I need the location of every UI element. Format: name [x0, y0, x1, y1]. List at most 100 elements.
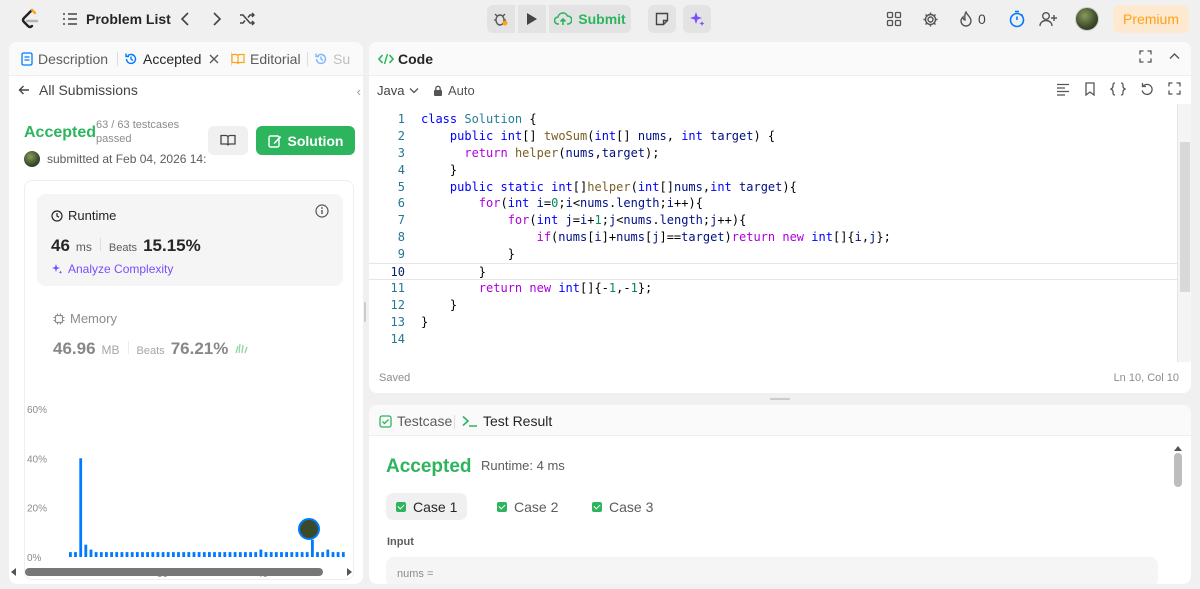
ai-assistant-button[interactable] [683, 5, 711, 33]
tab-submissions[interactable]: Su [314, 51, 350, 67]
tab-description[interactable]: Description [21, 51, 108, 67]
case-3-tab[interactable]: Case 3 [582, 493, 663, 520]
analyze-complexity-link[interactable]: Analyze Complexity [51, 262, 173, 276]
panel-collapse-handle[interactable]: ‹ [357, 84, 361, 99]
distribution-bar[interactable] [264, 552, 268, 557]
distribution-bar[interactable] [105, 552, 108, 557]
problem-list-button[interactable]: Problem List [62, 8, 171, 30]
code-line[interactable]: 7 for(int j=i+1;j<nums.length;j++){ [369, 212, 1177, 229]
distribution-bar[interactable] [316, 552, 319, 557]
distribution-bar[interactable] [110, 552, 113, 557]
distribution-bar[interactable] [300, 552, 304, 557]
scroll-thumb[interactable] [1180, 142, 1190, 292]
distribution-bar[interactable] [69, 552, 72, 557]
distribution-bar[interactable] [141, 552, 144, 557]
scroll-up-arrow[interactable] [1174, 446, 1182, 451]
vertical-resize-handle[interactable] [364, 302, 366, 322]
scroll-thumb[interactable] [25, 568, 323, 576]
distribution-bar[interactable] [331, 552, 335, 557]
auto-mode-toggle[interactable]: Auto [433, 83, 475, 98]
code-line[interactable]: 2 public int[] twoSum(int[] nums, int ta… [369, 128, 1177, 145]
distribution-bar[interactable] [161, 552, 165, 557]
distribution-bar[interactable] [238, 552, 242, 557]
distribution-bar[interactable] [311, 539, 314, 557]
runtime-info-button[interactable] [315, 204, 329, 223]
distribution-bar[interactable] [197, 552, 201, 557]
distribution-bar[interactable] [130, 552, 134, 557]
distribution-bar[interactable] [228, 552, 232, 557]
braces-icon[interactable] [1110, 82, 1126, 96]
user-avatar[interactable] [1075, 7, 1099, 31]
code-editor[interactable]: 1 class Solution {2 public int[] twoSum(i… [369, 111, 1177, 347]
tab-test-result[interactable]: Test Result [462, 413, 552, 429]
runtime-box[interactable]: Runtime 46 ms Beats 15.15% Analyze Compl… [37, 194, 343, 286]
distribution-bar[interactable] [74, 552, 77, 557]
distribution-bar[interactable] [305, 552, 309, 557]
distribution-bar[interactable] [202, 552, 206, 557]
tab-testcase[interactable]: Testcase [379, 413, 452, 429]
distribution-bar[interactable] [249, 552, 252, 557]
distribution-bar[interactable] [233, 552, 237, 557]
streak-counter[interactable]: 0 [959, 8, 986, 30]
scroll-right-arrow[interactable] [347, 568, 352, 576]
distribution-bar[interactable] [269, 552, 273, 557]
post-solution-button[interactable]: Solution [256, 126, 355, 155]
submit-button[interactable]: Submit [549, 5, 631, 33]
distribution-bar[interactable] [135, 552, 139, 557]
distribution-bar[interactable] [274, 552, 278, 557]
distribution-bar[interactable] [341, 552, 345, 557]
code-vertical-scrollbar[interactable] [1177, 104, 1191, 362]
distribution-bar[interactable] [94, 552, 98, 557]
distribution-bar[interactable] [187, 552, 191, 557]
distribution-bar[interactable] [218, 552, 222, 557]
leetcode-logo[interactable] [18, 7, 42, 31]
code-line[interactable]: 4 } [369, 162, 1177, 179]
distribution-bar[interactable] [84, 544, 88, 557]
code-line[interactable]: 6 for(int i=0;i<nums.length;i++){ [369, 195, 1177, 212]
notes-button[interactable] [648, 5, 676, 33]
distribution-bar[interactable] [182, 552, 186, 557]
code-line[interactable]: 5 public static int[]helper(int[]nums,in… [369, 179, 1177, 196]
chevron-up-icon[interactable] [1168, 50, 1181, 63]
maximize-icon[interactable] [1139, 50, 1152, 63]
distribution-bar[interactable] [321, 552, 325, 557]
scroll-thumb[interactable] [1174, 453, 1182, 487]
distribution-bar[interactable] [295, 552, 299, 557]
left-horizontal-scrollbar[interactable] [9, 567, 354, 577]
layout-button[interactable] [886, 8, 902, 30]
code-line[interactable]: 13} [369, 314, 1177, 331]
editorial-button[interactable] [208, 126, 248, 155]
distribution-bar[interactable] [146, 552, 149, 557]
distribution-bar[interactable] [192, 552, 196, 557]
distribution-bar[interactable] [99, 552, 103, 557]
tab-accepted[interactable]: Accepted [124, 51, 219, 67]
code-line[interactable]: 11 return new int[]{-1,-1}; [369, 280, 1177, 297]
random-problem-button[interactable] [236, 8, 258, 30]
debug-button[interactable] [487, 5, 515, 33]
code-line[interactable]: 3 return helper(nums,target); [369, 145, 1177, 162]
distribution-bar[interactable] [290, 552, 294, 557]
settings-button[interactable] [922, 8, 939, 30]
distribution-bar[interactable] [326, 549, 330, 557]
distribution-bar[interactable] [172, 552, 175, 557]
distribution-bar[interactable] [259, 549, 263, 557]
distribution-bar[interactable] [89, 549, 93, 557]
timer-button[interactable] [1008, 8, 1026, 30]
distribution-bar[interactable] [336, 552, 340, 557]
expand-editor-icon[interactable] [1168, 82, 1181, 95]
horizontal-resize-handle[interactable] [770, 398, 790, 400]
code-line[interactable]: 14 [369, 331, 1177, 348]
prev-problem-button[interactable] [174, 8, 196, 30]
premium-button[interactable]: Premium [1113, 5, 1189, 33]
code-line[interactable]: 8 if(nums[i]+nums[j]==target)return new … [369, 229, 1177, 246]
your-submission-marker[interactable] [298, 518, 320, 540]
bookmark-icon[interactable] [1084, 82, 1096, 96]
distribution-bar[interactable] [254, 552, 258, 557]
language-select[interactable]: Java [377, 83, 419, 98]
next-problem-button[interactable] [206, 8, 228, 30]
distribution-bar[interactable] [115, 552, 119, 557]
distribution-bar[interactable] [213, 552, 216, 557]
distribution-bar[interactable] [166, 552, 170, 557]
distribution-bar[interactable] [151, 552, 155, 557]
all-submissions-link[interactable]: All Submissions [18, 82, 138, 98]
